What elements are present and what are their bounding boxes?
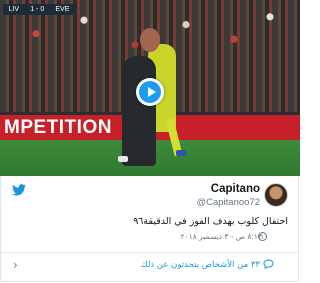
- keeper-shoe: [176, 150, 186, 156]
- user-handle[interactable]: @Capitanoo72: [196, 197, 260, 208]
- avatar[interactable]: [264, 183, 288, 207]
- conversation-link[interactable]: ٣٣ من الأشخاص يتحدثون عن ذلك: [141, 260, 260, 270]
- scoreboard: LIV 1 - 0 EVE: [3, 4, 75, 15]
- video-thumbnail[interactable]: LIV 1 - 0 EVE MPETITION: [0, 0, 300, 176]
- banner-text: MPETITION: [4, 117, 112, 138]
- speech-bubble-icon: [263, 259, 274, 269]
- display-name[interactable]: Capitano: [211, 183, 260, 195]
- away-team: EVE: [55, 6, 70, 13]
- coach-figure: [122, 56, 156, 166]
- timestamp[interactable]: ٨:١٣ ص - ٣ ديسمبر ٢٠١٨: [181, 232, 262, 241]
- play-button[interactable]: [136, 78, 164, 106]
- chevron-right-icon[interactable]: ›: [13, 258, 18, 272]
- divider: [0, 252, 299, 253]
- twitter-bird-icon[interactable]: [12, 184, 26, 196]
- match-score: 1 - 0: [30, 6, 45, 13]
- home-team: LIV: [8, 6, 20, 13]
- tweet-text: احتفال كلوب بهدف الفوز في الدقيقة٩٦: [133, 216, 288, 227]
- coach-shoe: [118, 156, 128, 162]
- play-icon: [147, 87, 156, 97]
- coach-head: [140, 28, 160, 52]
